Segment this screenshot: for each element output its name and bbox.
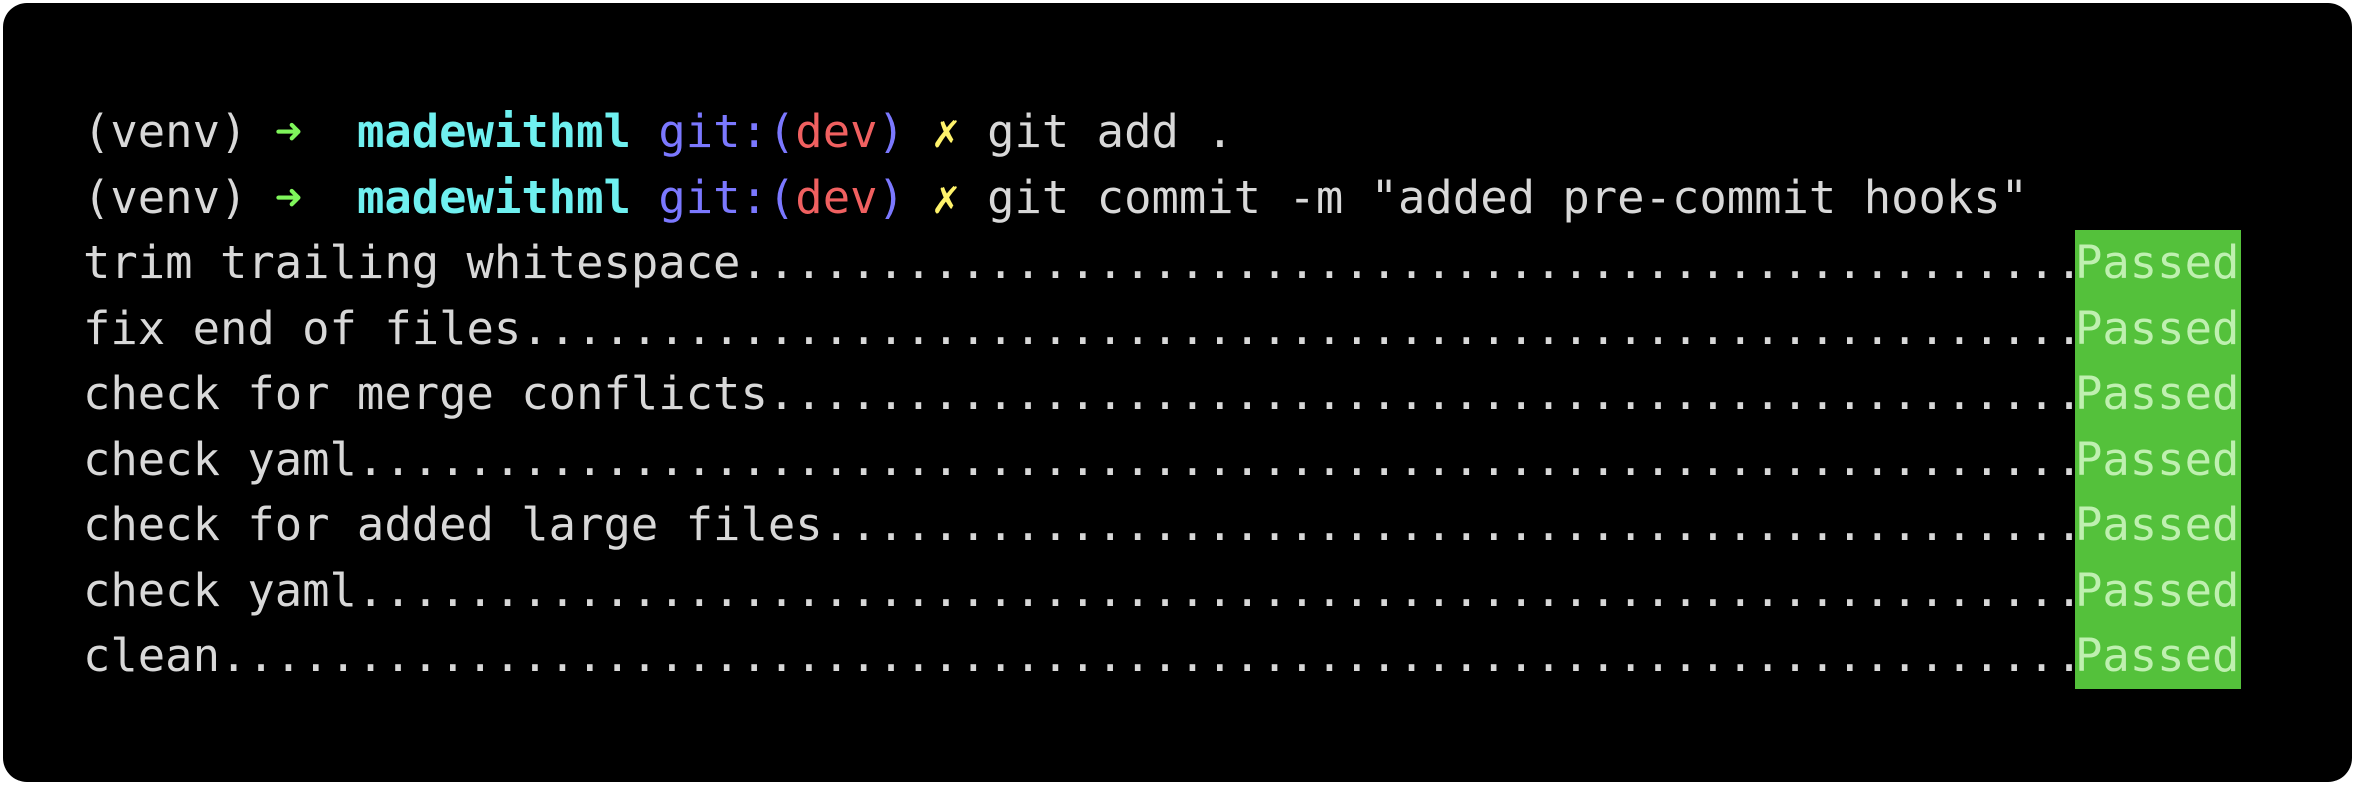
dot-leader: ........................................… (740, 236, 2075, 289)
dot-leader: ........................................… (822, 498, 2075, 551)
hook-name: check yaml (83, 432, 357, 486)
status-badge: Passed (2075, 426, 2241, 492)
command-text: git add . (987, 105, 1234, 158)
git-label-open: git:( (658, 105, 796, 158)
hook-result-row: check yaml..............................… (83, 557, 2263, 623)
command-line-1: (venv) ➜ madewithml git:(dev) ✗ git add … (83, 99, 2263, 165)
command-line-2: (venv) ➜ madewithml git:(dev) ✗ git comm… (83, 165, 2263, 231)
hook-name: check for merge conflicts (83, 367, 768, 420)
command-text: git commit -m "added pre-commit hooks" (987, 170, 2029, 224)
dot-leader: ........................................… (219, 629, 2075, 682)
hook-result-row: fix end of files........................… (83, 295, 2263, 361)
git-label-close: ) (877, 105, 905, 158)
hook-name: fix end of files (83, 301, 522, 355)
prompt-directory: madewithml (356, 170, 631, 224)
hook-name: trim trailing whitespace (83, 236, 741, 289)
hook-result-row: check yaml..............................… (83, 426, 2263, 492)
status-badge: Passed (2075, 295, 2241, 361)
dot-leader: ........................................… (767, 367, 2075, 420)
hook-name: check for added large files (83, 498, 823, 551)
venv-indicator: (venv) (83, 105, 248, 158)
venv-indicator: (venv) (83, 170, 248, 224)
git-branch: dev (795, 105, 878, 158)
hook-name: check yaml (83, 563, 357, 617)
hook-result-row: check for added large files.............… (83, 492, 2263, 558)
status-badge: Passed (2075, 492, 2241, 558)
hook-result-row: trim trailing whitespace................… (83, 230, 2263, 296)
terminal-window: (venv) ➜ madewithml git:(dev) ✗ git add … (3, 3, 2352, 782)
status-badge: Passed (2075, 361, 2241, 427)
status-badge: Passed (2075, 230, 2241, 296)
dot-leader: ........................................… (356, 563, 2075, 617)
status-badge: Passed (2075, 623, 2241, 689)
git-branch: dev (795, 170, 878, 224)
prompt-directory: madewithml (356, 105, 631, 158)
dirty-mark-icon: ✗ (932, 170, 960, 224)
git-label-open: git:( (658, 170, 796, 224)
hook-result-row: clean...................................… (83, 623, 2263, 689)
hook-result-row: check for merge conflicts...............… (83, 361, 2263, 427)
dot-leader: ........................................… (356, 432, 2075, 486)
hook-name: clean (83, 629, 220, 682)
git-label-close: ) (877, 170, 905, 224)
dirty-mark-icon: ✗ (932, 105, 960, 158)
prompt-arrow-icon: ➜ (274, 170, 303, 224)
dot-leader: ........................................… (521, 301, 2075, 355)
terminal-output: (venv) ➜ madewithml git:(dev) ✗ git add … (83, 99, 2263, 689)
prompt-arrow-icon: ➜ (274, 105, 303, 158)
status-badge: Passed (2075, 557, 2241, 623)
